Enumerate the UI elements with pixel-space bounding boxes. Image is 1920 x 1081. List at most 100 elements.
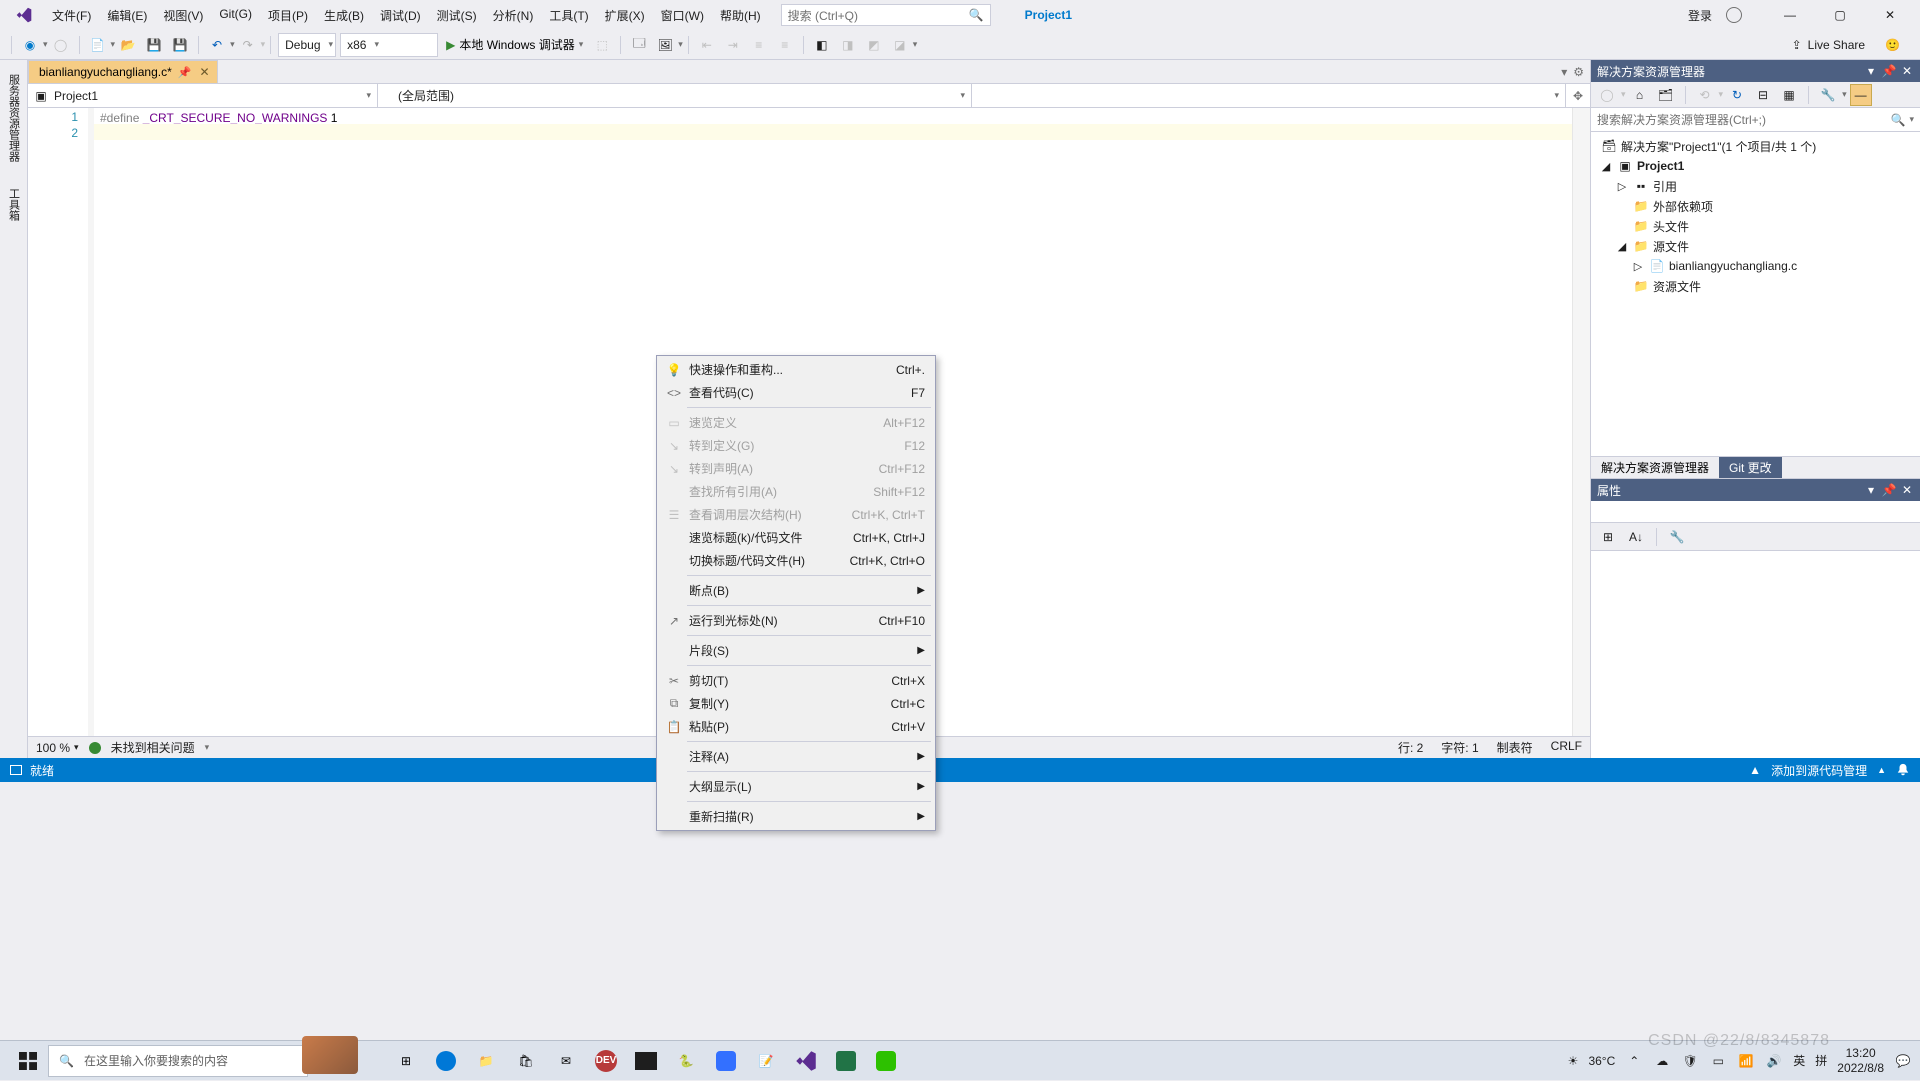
clock[interactable]: 13:20 2022/8/8 bbox=[1837, 1046, 1884, 1075]
prop-wrench-icon[interactable]: 🔧 bbox=[1665, 525, 1689, 549]
taskbar-search-input[interactable]: 🔍 在这里输入你要搜索的内容 bbox=[48, 1045, 308, 1077]
devcpp-icon[interactable]: DEV bbox=[586, 1041, 626, 1081]
edge-icon[interactable] bbox=[426, 1041, 466, 1081]
tree-project[interactable]: ◢ ▣ Project1 bbox=[1591, 156, 1920, 176]
menu-item[interactable]: 文件(F) bbox=[44, 3, 99, 28]
tab-close-icon[interactable]: ✕ bbox=[197, 65, 211, 79]
ctx-item[interactable]: 断点(B)▶ bbox=[659, 579, 933, 602]
sol-wrench-icon[interactable]: 🔧 bbox=[1817, 84, 1839, 106]
menu-item[interactable]: 编辑(E) bbox=[99, 3, 155, 28]
sol-sync-icon[interactable]: ⟲ bbox=[1694, 84, 1716, 106]
store-icon[interactable]: 🛍 bbox=[506, 1041, 546, 1081]
tool-btn-8[interactable]: ◧ bbox=[810, 33, 834, 57]
menu-item[interactable]: 生成(B) bbox=[316, 3, 372, 28]
tree-references[interactable]: ▷ ▪▪ 引用 bbox=[1591, 176, 1920, 196]
login-link[interactable]: 登录 bbox=[1688, 7, 1712, 24]
solution-search-input[interactable]: 搜索解决方案资源管理器(Ctrl+;) 🔍 ▾ bbox=[1591, 108, 1920, 132]
platform-dropdown[interactable]: x86▾ bbox=[340, 33, 438, 57]
feedback-icon[interactable]: 🙂 bbox=[1885, 38, 1900, 52]
up-arrow-icon[interactable]: ▲ bbox=[1749, 763, 1761, 777]
weather-temp[interactable]: 36°C bbox=[1588, 1054, 1615, 1068]
ctx-item[interactable]: <>查看代码(C)F7 bbox=[659, 381, 933, 404]
tool-btn-10[interactable]: ◩ bbox=[862, 33, 886, 57]
global-search-input[interactable]: 搜索 (Ctrl+Q) 🔍 bbox=[781, 4, 991, 26]
terminal-icon[interactable] bbox=[626, 1041, 666, 1081]
tool-btn-9[interactable]: ◨ bbox=[836, 33, 860, 57]
sol-home-icon[interactable]: ⌂ bbox=[1629, 84, 1651, 106]
save-button[interactable]: 💾 bbox=[142, 33, 166, 57]
tree-solution-root[interactable]: 🗃 解决方案"Project1"(1 个项目/共 1 个) bbox=[1591, 136, 1920, 156]
taskbar-highlight-image[interactable] bbox=[302, 1036, 358, 1074]
python-icon[interactable]: 🐍 bbox=[666, 1041, 706, 1081]
ctx-item[interactable]: ⧉复制(Y)Ctrl+C bbox=[659, 692, 933, 715]
task-view-icon[interactable]: ⊞ bbox=[386, 1041, 426, 1081]
categorize-icon[interactable]: ⊞ bbox=[1596, 525, 1620, 549]
tool-btn-3[interactable]: 🖼 bbox=[653, 33, 677, 57]
ctx-item[interactable]: 📋粘贴(P)Ctrl+V bbox=[659, 715, 933, 738]
new-item-button[interactable]: 📄 bbox=[86, 33, 110, 57]
tool-btn-6[interactable]: ≡ bbox=[747, 33, 771, 57]
tool-btn-4[interactable]: ⇤ bbox=[695, 33, 719, 57]
panel-menu-icon[interactable]: ▾ bbox=[1864, 483, 1878, 497]
config-dropdown[interactable]: Debug▾ bbox=[278, 33, 336, 57]
security-icon[interactable]: 🛡 bbox=[1681, 1052, 1699, 1070]
scope-member-dropdown[interactable]: ▾ bbox=[972, 84, 1566, 107]
notifications-icon[interactable]: 💬 bbox=[1894, 1052, 1912, 1070]
redo-button[interactable]: ↷ bbox=[236, 33, 260, 57]
panel-close-icon[interactable]: ✕ bbox=[1900, 483, 1914, 497]
expand-icon[interactable]: ◢ bbox=[1599, 160, 1613, 173]
sol-switch-icon[interactable]: 🗂 bbox=[1655, 84, 1677, 106]
minimize-button[interactable]: — bbox=[1770, 1, 1810, 29]
tool-btn-11[interactable]: ◪ bbox=[888, 33, 912, 57]
split-editor-button[interactable]: ✥ bbox=[1566, 84, 1590, 107]
file-tab[interactable]: bianliangyuchangliang.c* 📌 ✕ bbox=[28, 60, 218, 83]
ctx-item[interactable]: 切换标题/代码文件(H)Ctrl+K, Ctrl+O bbox=[659, 549, 933, 572]
expand-icon[interactable]: ▷ bbox=[1615, 180, 1629, 193]
sol-back-icon[interactable]: ◯ bbox=[1596, 84, 1618, 106]
menu-item[interactable]: 窗口(W) bbox=[653, 3, 712, 28]
start-debug-button[interactable]: ▶ 本地 Windows 调试器 ▾ bbox=[442, 33, 587, 57]
tab-solution-explorer[interactable]: 解决方案资源管理器 bbox=[1591, 457, 1719, 478]
expand-icon[interactable]: ▷ bbox=[1631, 260, 1645, 273]
sol-showall-icon[interactable]: ▦ bbox=[1778, 84, 1800, 106]
tool-btn-7[interactable]: ≡ bbox=[773, 33, 797, 57]
menu-item[interactable]: 帮助(H) bbox=[712, 3, 769, 28]
ctx-item[interactable]: ✂剪切(T)Ctrl+X bbox=[659, 669, 933, 692]
tree-headers[interactable]: 📁 头文件 bbox=[1591, 216, 1920, 236]
feishu-icon[interactable] bbox=[706, 1041, 746, 1081]
vs-taskbar-icon[interactable] bbox=[786, 1041, 826, 1081]
tab-git-changes[interactable]: Git 更改 bbox=[1719, 457, 1782, 478]
start-button[interactable] bbox=[8, 1041, 48, 1081]
sol-refresh-icon[interactable]: ↻ bbox=[1726, 84, 1748, 106]
zoom-dropdown[interactable]: 100 %▾ bbox=[36, 741, 79, 755]
menu-item[interactable]: 分析(N) bbox=[485, 3, 542, 28]
forward-button[interactable]: ◯ bbox=[49, 33, 73, 57]
panel-pin-icon[interactable]: 📌 bbox=[1882, 64, 1896, 78]
tray-expand-icon[interactable]: ⌃ bbox=[1625, 1052, 1643, 1070]
expand-icon[interactable]: ◢ bbox=[1615, 240, 1629, 253]
pin-icon[interactable]: 📌 bbox=[178, 66, 192, 79]
close-button[interactable]: ✕ bbox=[1870, 1, 1910, 29]
ctx-item[interactable]: ↗运行到光标处(N)Ctrl+F10 bbox=[659, 609, 933, 632]
tree-source-file[interactable]: ▷ 📄 bianliangyuchangliang.c bbox=[1591, 256, 1920, 276]
ctx-item[interactable]: 重新扫描(R)▶ bbox=[659, 805, 933, 828]
vertical-scrollbar[interactable] bbox=[1572, 108, 1590, 736]
tool-btn-2[interactable]: 🗔 bbox=[627, 33, 651, 57]
mail-icon[interactable]: ✉ bbox=[546, 1041, 586, 1081]
ime-sub[interactable]: 拼 bbox=[1815, 1052, 1827, 1069]
sol-collapse-icon[interactable]: ⊟ bbox=[1752, 84, 1774, 106]
tree-external-deps[interactable]: 📁 外部依赖项 bbox=[1591, 196, 1920, 216]
panel-close-icon[interactable]: ✕ bbox=[1900, 64, 1914, 78]
wifi-icon[interactable]: 📶 bbox=[1737, 1052, 1755, 1070]
live-share-button[interactable]: ⇪ Live Share 🙂 bbox=[1778, 38, 1914, 52]
panel-pin-icon[interactable]: 📌 bbox=[1882, 483, 1896, 497]
weather-icon[interactable]: ☀ bbox=[1568, 1054, 1579, 1068]
notes-icon[interactable]: 📝 bbox=[746, 1041, 786, 1081]
ctx-item[interactable]: 💡快速操作和重构...Ctrl+. bbox=[659, 358, 933, 381]
battery-icon[interactable]: ▭ bbox=[1709, 1052, 1727, 1070]
ctx-item[interactable]: 大纲显示(L)▶ bbox=[659, 775, 933, 798]
tree-resources[interactable]: 📁 资源文件 bbox=[1591, 276, 1920, 296]
onedrive-icon[interactable]: ☁ bbox=[1653, 1052, 1671, 1070]
user-icon[interactable] bbox=[1726, 7, 1742, 23]
ctx-item[interactable]: 注释(A)▶ bbox=[659, 745, 933, 768]
